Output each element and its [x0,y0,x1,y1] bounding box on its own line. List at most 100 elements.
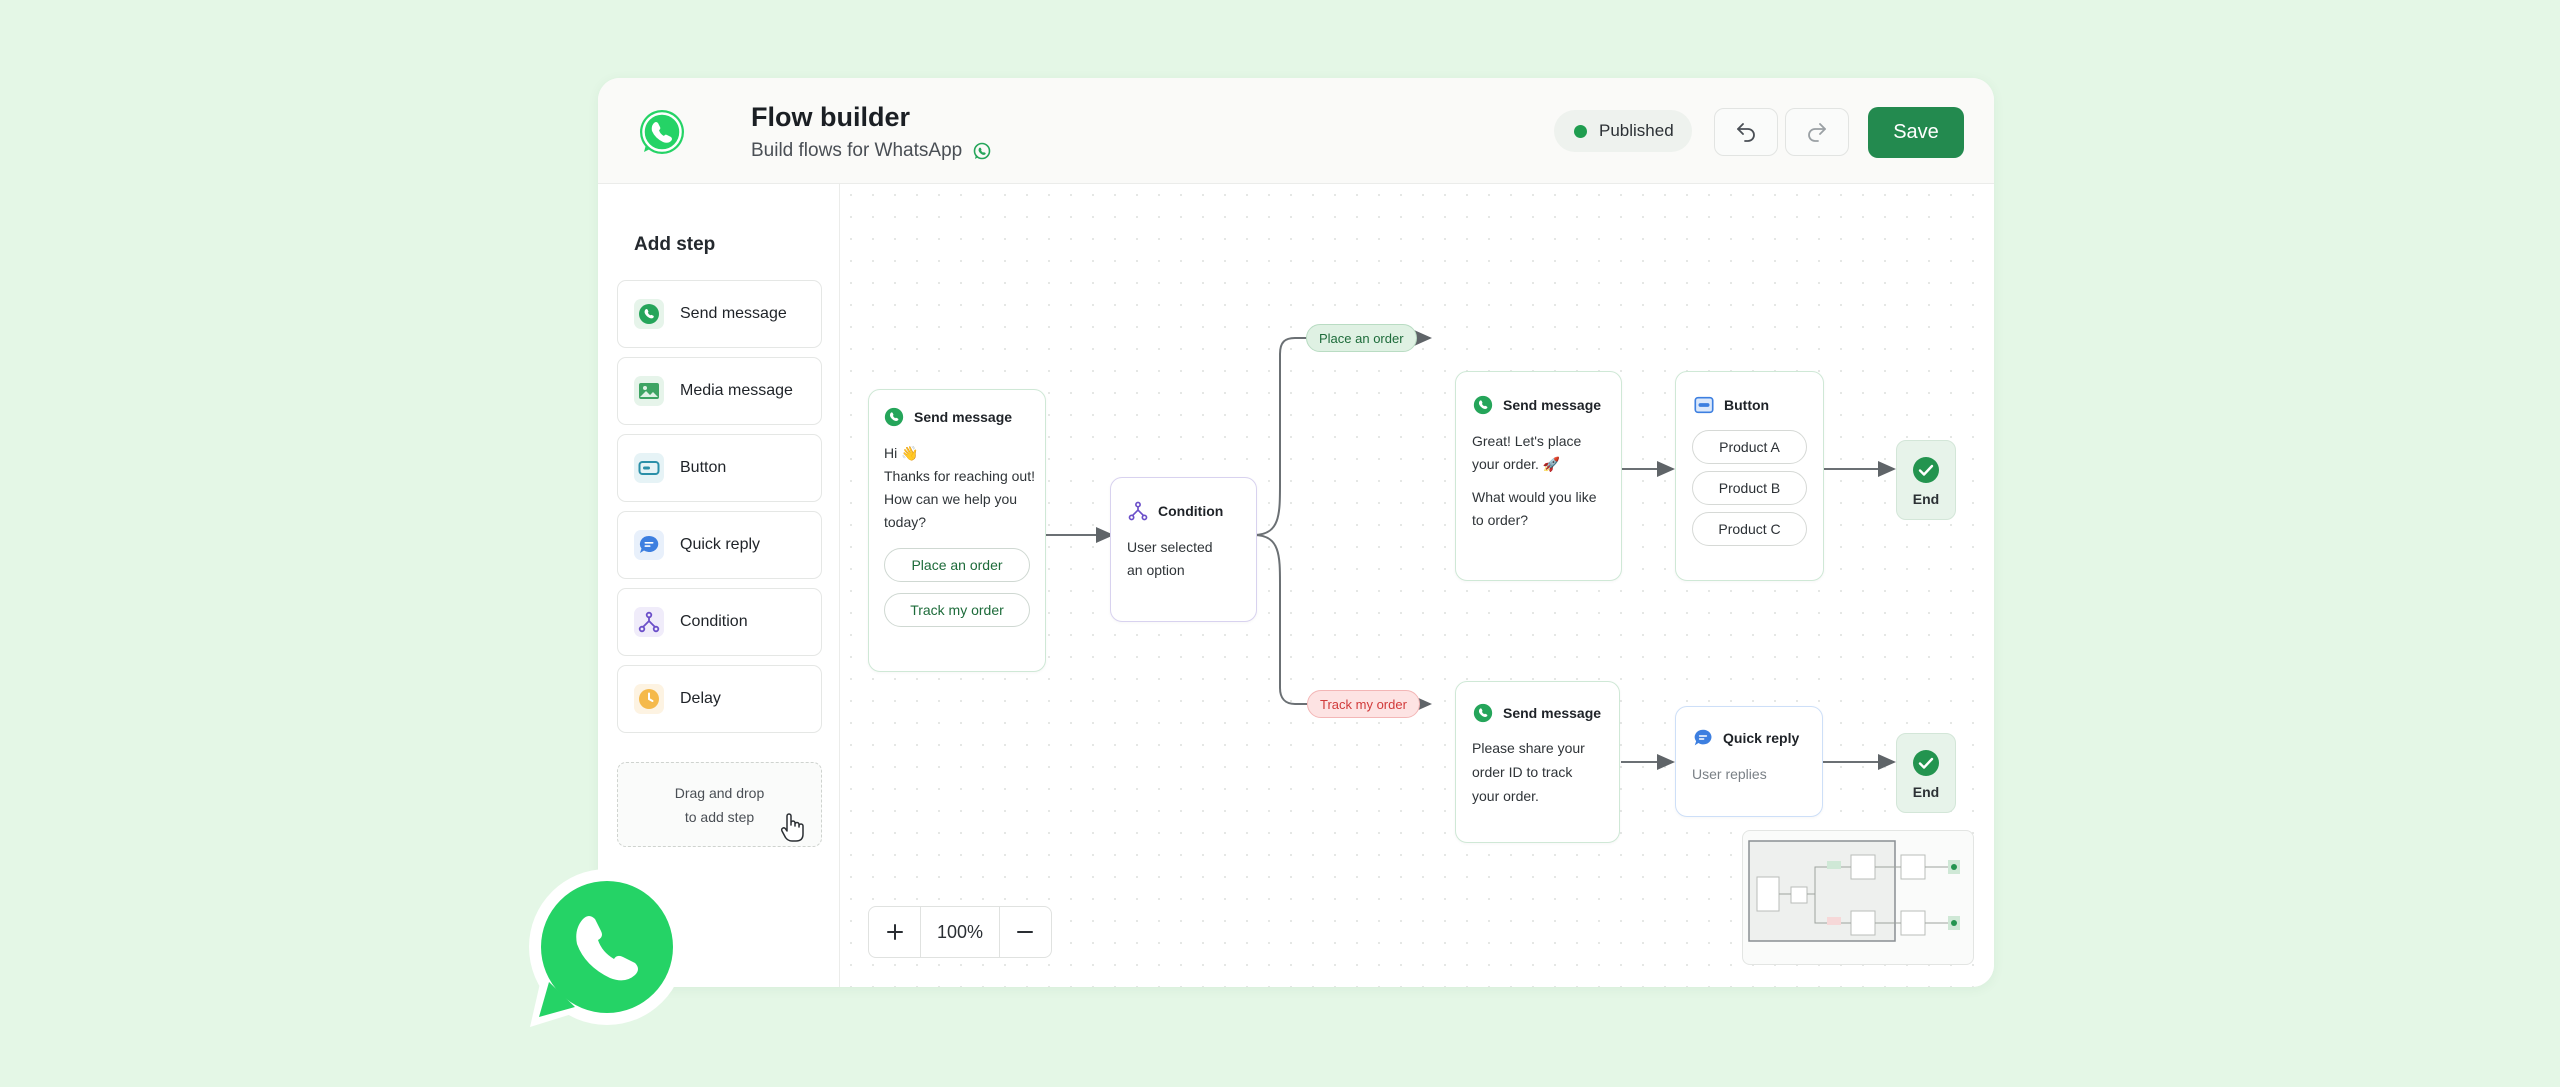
undo-button[interactable] [1714,108,1778,156]
quick-reply-node[interactable]: Quick reply User replies [1675,706,1823,817]
sidebar-title: Add step [634,234,716,255]
button-option-product-a[interactable]: Product A [1692,430,1807,464]
hand-cursor-icon [780,813,804,842]
step-label: Quick reply [680,536,761,553]
end-node-bottom[interactable]: End [1896,733,1956,813]
whatsapp-badge-icon [529,869,685,1027]
node-text: User replies [1692,766,1767,782]
text-line: User selected [1127,539,1213,555]
start-send-message-node[interactable]: Send message Hi 👋 Thanks for reaching ou… [868,389,1046,672]
end-label: End [1912,491,1940,507]
text-line: order ID to track [1472,764,1573,780]
text-line: What would you like [1472,489,1597,505]
drop-zone-line1: Drag and drop [674,785,765,801]
node-header: Quick reply [1692,727,1822,749]
text-line: today? [884,514,927,530]
button-option-product-b[interactable]: Product B [1692,471,1807,505]
step-item-delay[interactable]: Delay [617,665,822,733]
edge-condition-to-place-order [1253,337,1307,536]
option-track-order[interactable]: Track my order [884,593,1030,627]
node-text: Hi 👋 Thanks for reaching out! How can we… [884,442,1045,534]
node-title: Send message [1503,397,1602,413]
step-label: Media message [680,382,793,399]
branch-icon [634,607,664,637]
node-title: Button [1724,397,1770,413]
node-text: Please share your order ID to track your… [1472,736,1619,808]
step-item-quick-reply[interactable]: Quick reply [617,511,822,579]
edge-condition-to-track-order [1253,534,1307,705]
minimap[interactable] [1742,830,1974,965]
condition-node[interactable]: Condition User selected an option [1110,477,1257,622]
node-header: Button [1693,394,1823,416]
edge-label-track-order: Track my order [1307,690,1420,718]
text-line: to order? [1472,512,1529,528]
step-item-condition[interactable]: Condition [617,588,822,656]
end-label: End [1912,784,1940,800]
step-item-send-message[interactable]: Send message [617,280,822,348]
page-title: Flow builder [751,102,910,132]
check-circle-icon [1913,457,1939,483]
image-icon [634,376,664,406]
track-send-message-node[interactable]: Send message Please share your order ID … [1455,681,1620,843]
whatsapp-icon [634,299,664,329]
flow-builder-window: Flow builder Build flows for WhatsApp Pu… [598,78,1994,987]
status-dot [1574,124,1587,138]
minimap-preview [1748,840,1960,942]
node-header: Condition [1127,500,1256,522]
text-line: How can we help you [884,491,1018,507]
button-option-product-c[interactable]: Product C [1692,512,1807,546]
whatsapp-outline-icon [973,142,991,160]
text-line: Please share your [1472,740,1585,756]
node-title: Quick reply [1723,730,1800,746]
whatsapp-icon [1473,395,1493,415]
zoom-control: 100% [868,906,1052,958]
check-circle-icon [1913,750,1939,776]
text-line: Great! Let's place [1472,433,1582,449]
chat-bubble-icon [634,530,664,560]
step-label: Condition [680,613,748,630]
text-line: your order. [1472,788,1539,804]
zoom-level: 100% [920,907,1000,957]
step-item-media-message[interactable]: Media message [617,357,822,425]
zoom-in-button[interactable] [869,907,920,957]
step-label: Delay [680,690,721,707]
option-place-order[interactable]: Place an order [884,548,1030,582]
save-button[interactable]: Save [1868,107,1964,158]
whatsapp-icon [884,407,904,427]
step-list: Send message Media message Button Quick … [617,280,822,742]
node-text: User selected an option [1127,536,1256,582]
node-title: Condition [1158,503,1224,519]
flow-canvas[interactable]: Send message Hi 👋 Thanks for reaching ou… [840,184,1994,987]
subtitle-text: Build flows for WhatsApp [751,140,963,161]
step-label: Send message [680,305,787,322]
order-send-message-node[interactable]: Send message Great! Let's place your ord… [1455,371,1622,581]
redo-icon [1808,123,1826,142]
minus-icon [1017,931,1034,933]
undo-icon [1737,123,1755,142]
text-line: Thanks for reaching out! [884,468,1035,484]
whatsapp-logo-icon [640,110,684,154]
button-icon [1694,396,1714,414]
redo-button[interactable] [1785,108,1849,156]
node-title: Send message [1503,705,1602,721]
text-line: Hi 👋 [884,445,919,461]
end-node-top[interactable]: End [1896,440,1956,520]
step-label: Button [680,459,727,476]
edge-label-place-order: Place an order [1306,324,1417,352]
clock-icon [634,684,664,714]
button-icon [634,453,664,483]
chat-bubble-icon [1694,729,1712,746]
status-badge: Published [1554,110,1692,152]
whatsapp-icon [1473,703,1493,723]
step-item-button[interactable]: Button [617,434,822,502]
zoom-out-button[interactable] [1000,907,1051,957]
button-node[interactable]: Button Product A Product B Product C [1675,371,1824,581]
node-header: Send message [1472,394,1621,416]
node-text: Great! Let's place your order. 🚀 What wo… [1472,430,1621,532]
node-header: Send message [883,406,1045,428]
plus-icon [886,924,903,940]
node-header: Send message [1472,702,1619,724]
text-line: an option [1127,562,1185,578]
drop-zone[interactable]: Drag and drop to add step [617,762,822,847]
node-title: Send message [914,409,1013,425]
